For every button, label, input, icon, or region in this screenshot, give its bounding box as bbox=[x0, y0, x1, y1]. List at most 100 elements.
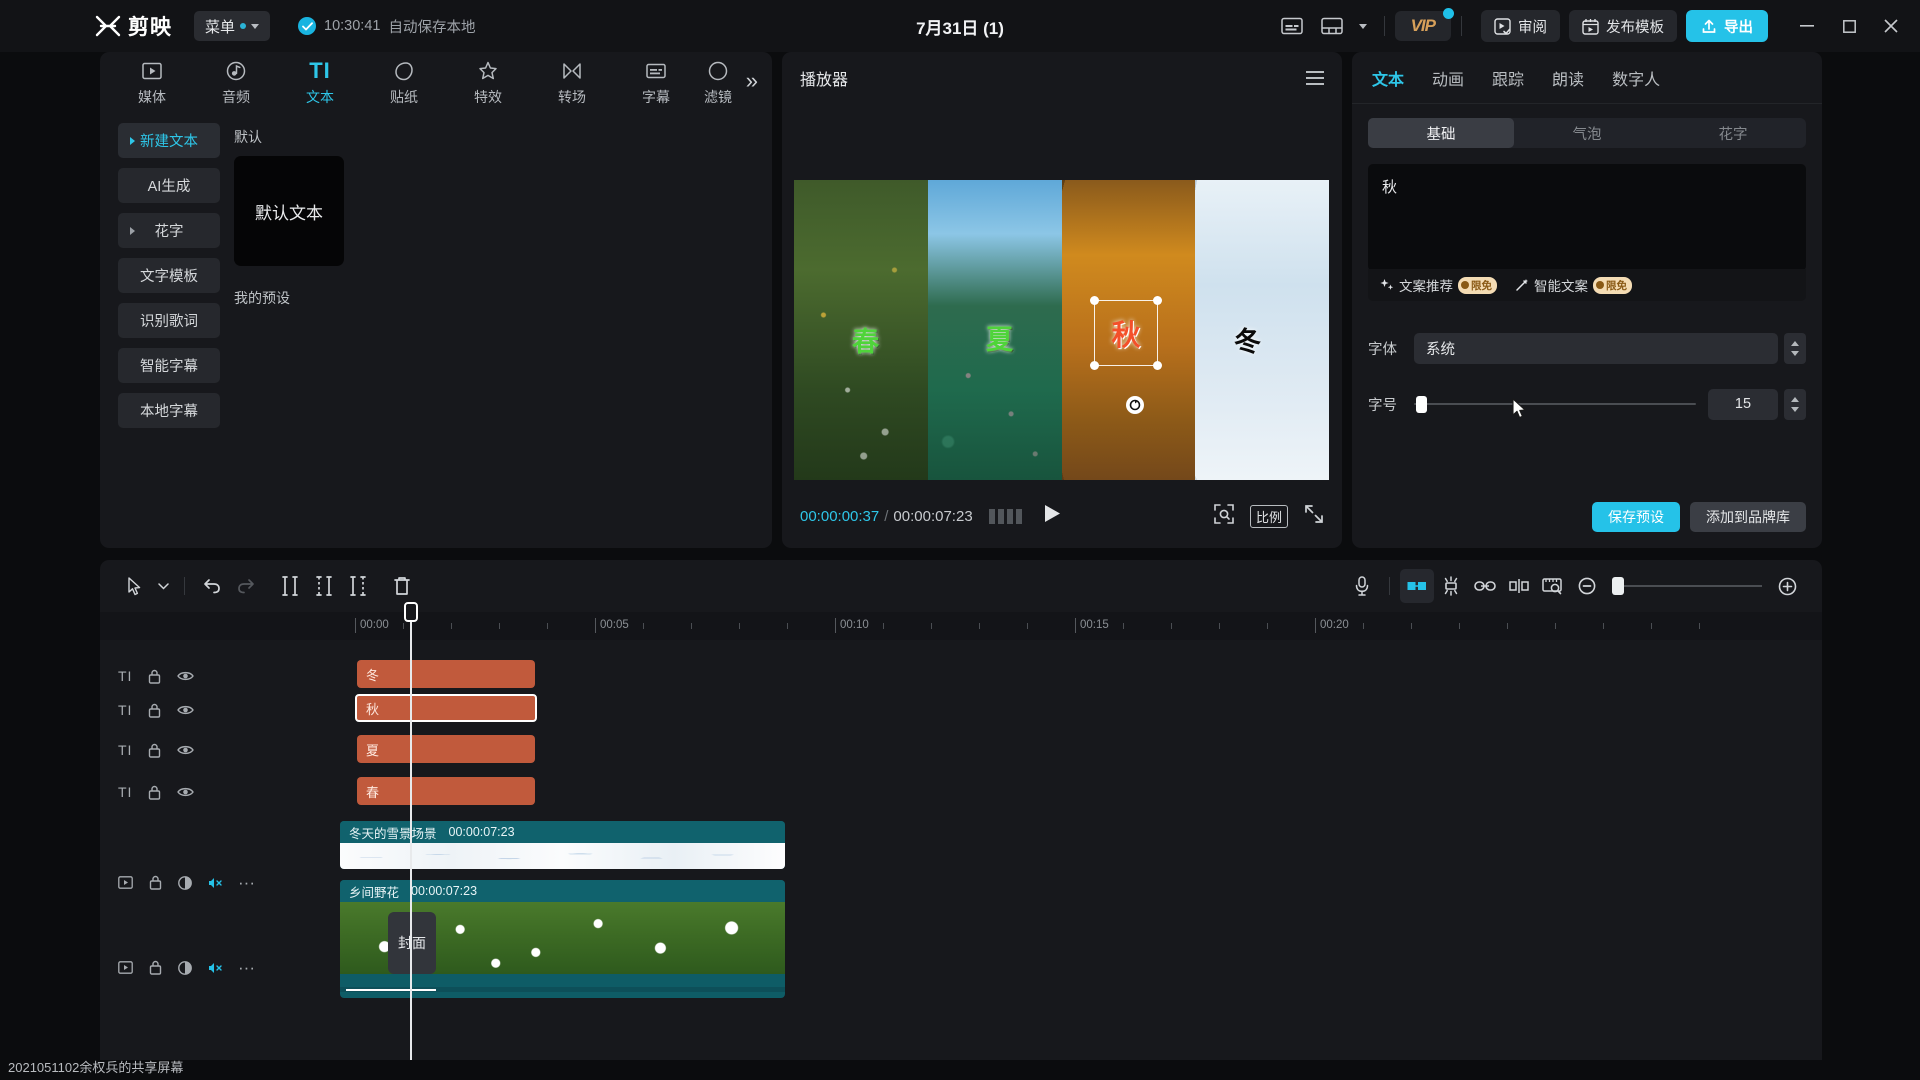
more-options-icon[interactable]: ··· bbox=[238, 964, 255, 972]
save-preset-button[interactable]: 保存预设 bbox=[1592, 502, 1680, 532]
more-tabs-button[interactable]: » bbox=[746, 70, 758, 92]
font-size-stepper[interactable] bbox=[1784, 389, 1806, 420]
mute-icon[interactable] bbox=[208, 876, 222, 890]
preview-canvas[interactable]: 春 夏 冬 秋 bbox=[794, 180, 1329, 480]
publish-template-button[interactable]: 发布模板 bbox=[1569, 10, 1677, 42]
default-text-preset-card[interactable]: 默认文本 bbox=[234, 156, 344, 266]
tab-audio[interactable]: 音频 bbox=[194, 56, 278, 112]
split-right-icon[interactable] bbox=[341, 569, 375, 603]
tab-tracking[interactable]: 跟踪 bbox=[1492, 66, 1524, 90]
overlay-text-spring[interactable]: 春 bbox=[852, 320, 879, 359]
maximize-button[interactable] bbox=[1828, 6, 1870, 46]
table-row[interactable]: 春 bbox=[357, 777, 535, 805]
sidebar-item-fancy-text[interactable]: 花字 bbox=[118, 213, 220, 248]
sidebar-item-smart-subtitle[interactable]: 智能字幕 bbox=[118, 348, 220, 383]
add-to-brand-library-button[interactable]: 添加到品牌库 bbox=[1690, 502, 1806, 532]
layout-dropdown-icon[interactable] bbox=[1352, 9, 1374, 43]
mirror-split-icon[interactable] bbox=[1502, 569, 1536, 603]
subtitle-view-icon[interactable] bbox=[1272, 9, 1312, 43]
contrast-icon[interactable] bbox=[178, 961, 192, 975]
font-size-value[interactable]: 15 bbox=[1708, 389, 1778, 420]
zoom-in-icon[interactable] bbox=[1770, 569, 1804, 603]
fullscreen-icon[interactable] bbox=[1304, 504, 1324, 529]
selected-text-bounding-box[interactable]: 秋 bbox=[1094, 300, 1158, 366]
vip-button[interactable]: VIP bbox=[1395, 11, 1451, 41]
review-button[interactable]: 审阅 bbox=[1481, 10, 1560, 42]
undo-icon[interactable] bbox=[195, 569, 229, 603]
copy-recommend-button[interactable]: 文案推荐 限免 bbox=[1380, 275, 1497, 295]
subtab-fancy[interactable]: 花字 bbox=[1660, 118, 1806, 148]
lock-icon[interactable] bbox=[148, 785, 161, 800]
tab-effects[interactable]: 特效 bbox=[446, 56, 530, 112]
tab-transition[interactable]: 转场 bbox=[530, 56, 614, 112]
subtab-basic[interactable]: 基础 bbox=[1368, 118, 1514, 148]
lock-icon[interactable] bbox=[149, 875, 162, 890]
tab-caption[interactable]: 字幕 bbox=[614, 56, 698, 112]
menu-button[interactable]: 菜单 bbox=[194, 11, 270, 41]
link-icon[interactable] bbox=[1468, 569, 1502, 603]
lock-icon[interactable] bbox=[148, 703, 161, 718]
resize-handle-bottom-right[interactable] bbox=[1153, 361, 1162, 370]
fit-to-view-icon[interactable] bbox=[1214, 504, 1234, 529]
zoom-knob[interactable] bbox=[1612, 577, 1624, 595]
select-tool-icon[interactable] bbox=[118, 569, 152, 603]
close-button[interactable] bbox=[1870, 6, 1912, 46]
tab-digital-human[interactable]: 数字人 bbox=[1612, 66, 1660, 90]
tab-sticker[interactable]: 贴纸 bbox=[362, 56, 446, 112]
slider-knob[interactable] bbox=[1416, 396, 1427, 413]
sidebar-item-new-text[interactable]: 新建文本 bbox=[118, 123, 220, 158]
split-left-icon[interactable] bbox=[307, 569, 341, 603]
sidebar-item-ai-generate[interactable]: AI生成 bbox=[118, 168, 220, 203]
smart-copy-button[interactable]: 智能文案 限免 bbox=[1515, 275, 1632, 295]
table-row[interactable]: 秋 bbox=[355, 694, 537, 722]
redo-icon[interactable] bbox=[229, 569, 263, 603]
font-size-slider[interactable] bbox=[1414, 389, 1696, 420]
table-row[interactable]: 冬 bbox=[357, 660, 535, 688]
cover-button[interactable]: 封面 bbox=[388, 912, 436, 974]
overlay-text-winter[interactable]: 冬 bbox=[1234, 320, 1261, 359]
overlay-text-summer[interactable]: 夏 bbox=[986, 318, 1013, 357]
resize-handle-bottom-left[interactable] bbox=[1090, 361, 1099, 370]
tab-readaloud[interactable]: 朗读 bbox=[1552, 66, 1584, 90]
sidebar-item-recognize-lyrics[interactable]: 识别歌词 bbox=[118, 303, 220, 338]
video-clip-winter[interactable]: 冬天的雪景场景 00:00:07:23 bbox=[340, 821, 785, 869]
mute-icon[interactable] bbox=[208, 961, 222, 975]
split-icon[interactable] bbox=[273, 569, 307, 603]
layout-view-icon[interactable] bbox=[1312, 9, 1352, 43]
tab-filter[interactable]: 滤镜 bbox=[698, 56, 738, 112]
more-options-icon[interactable]: ··· bbox=[238, 879, 255, 887]
tab-media[interactable]: 媒体 bbox=[110, 56, 194, 112]
visibility-icon[interactable] bbox=[177, 786, 194, 798]
snap-toggle-icon[interactable] bbox=[1400, 569, 1434, 603]
timeline-ruler[interactable]: 00:00 00:05 00:10 00:15 00:20 bbox=[100, 612, 1822, 640]
contrast-icon[interactable] bbox=[178, 876, 192, 890]
font-stepper[interactable] bbox=[1784, 333, 1806, 364]
player-menu-icon[interactable] bbox=[1306, 71, 1324, 85]
microphone-icon[interactable] bbox=[1345, 569, 1379, 603]
table-row[interactable]: 夏 bbox=[357, 735, 535, 763]
play-button[interactable] bbox=[1044, 504, 1061, 528]
lock-icon[interactable] bbox=[148, 669, 161, 684]
magnet-icon[interactable] bbox=[1434, 569, 1468, 603]
delete-icon[interactable] bbox=[385, 569, 419, 603]
ruler-preview-icon[interactable] bbox=[1536, 569, 1570, 603]
visibility-icon[interactable] bbox=[177, 670, 194, 682]
font-select[interactable]: 系统 bbox=[1414, 333, 1778, 364]
lock-icon[interactable] bbox=[148, 743, 161, 758]
resize-handle-top-right[interactable] bbox=[1153, 296, 1162, 305]
visibility-icon[interactable] bbox=[177, 744, 194, 756]
tab-animation[interactable]: 动画 bbox=[1432, 66, 1464, 90]
aspect-ratio-button[interactable]: 比例 bbox=[1250, 505, 1288, 528]
minimize-button[interactable] bbox=[1786, 6, 1828, 46]
resize-handle-top-left[interactable] bbox=[1090, 296, 1099, 305]
visibility-icon[interactable] bbox=[177, 704, 194, 716]
rotate-handle-icon[interactable] bbox=[1126, 396, 1144, 414]
frame-step-icon[interactable] bbox=[989, 509, 1022, 524]
sidebar-item-local-subtitle[interactable]: 本地字幕 bbox=[118, 393, 220, 428]
timeline-zoom-slider[interactable] bbox=[1612, 576, 1762, 596]
tab-text-properties[interactable]: 文本 bbox=[1372, 66, 1404, 90]
tab-text[interactable]: TI 文本 bbox=[278, 56, 362, 112]
lock-icon[interactable] bbox=[149, 960, 162, 975]
sidebar-item-text-template[interactable]: 文字模板 bbox=[118, 258, 220, 293]
zoom-out-icon[interactable] bbox=[1570, 569, 1604, 603]
